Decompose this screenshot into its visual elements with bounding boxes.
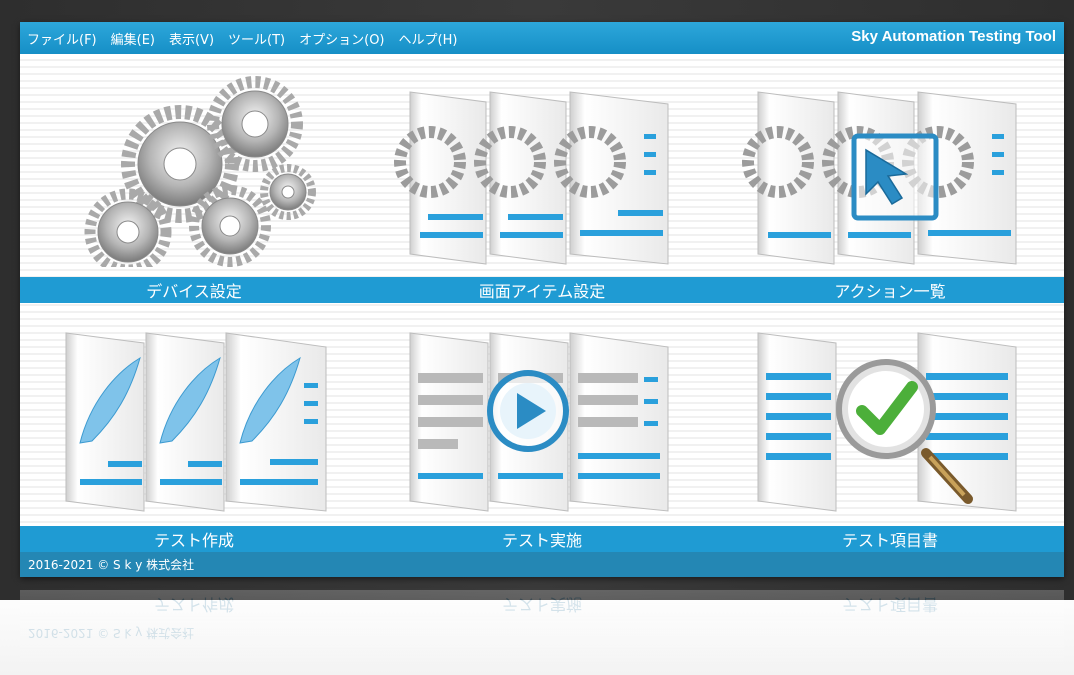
menu-file[interactable]: ファイル(F) bbox=[27, 29, 97, 48]
window-reflection: 2016-2021 © S k y 株式会社 テスト作成 テスト実施 テスト項目… bbox=[20, 590, 1064, 670]
tile-label: アクション一覧 bbox=[716, 277, 1064, 303]
menu-view[interactable]: 表示(V) bbox=[169, 29, 214, 48]
tile-test-items-document[interactable]: テスト項目書 bbox=[716, 303, 1064, 552]
tile-label: テスト項目書 bbox=[716, 526, 1064, 552]
feather-pages-icon bbox=[65, 332, 327, 512]
reflection-copyright: 2016-2021 © S k y 株式会社 bbox=[28, 626, 195, 640]
menu-edit[interactable]: 編集(E) bbox=[111, 29, 155, 48]
menu-help[interactable]: ヘルプ(H) bbox=[399, 29, 458, 48]
gears-icon bbox=[84, 76, 316, 267]
tile-test-creation[interactable]: テスト作成 bbox=[20, 303, 368, 552]
reflection-gradient: 2016-2021 © S k y 株式会社 テスト作成 テスト実施 テスト項目… bbox=[20, 590, 1064, 670]
copyright-text: 2016-2021 © S k y 株式会社 bbox=[28, 558, 195, 572]
app-title: Sky Automation Testing Tool bbox=[851, 28, 1056, 45]
action-list-icon bbox=[742, 91, 1017, 265]
app-window: ファイル(F) 編集(E) 表示(V) ツール(T) オプション(O) ヘルプ(… bbox=[20, 22, 1064, 577]
menu-tools[interactable]: ツール(T) bbox=[228, 29, 285, 48]
menu-bar: ファイル(F) 編集(E) 表示(V) ツール(T) オプション(O) ヘルプ(… bbox=[20, 22, 1064, 54]
tile-screen-item-settings[interactable]: 画面アイテム設定 bbox=[368, 54, 716, 303]
tile-test-execution[interactable]: テスト実施 bbox=[368, 303, 716, 552]
magnifier-check-icon bbox=[757, 332, 1017, 512]
main-content: デバイス設定 画面アイテム設定 アクション一覧 テスト作成 テスト実施 テスト項… bbox=[20, 54, 1064, 552]
tile-label: デバイス設定 bbox=[20, 277, 368, 303]
play-pages-icon bbox=[409, 332, 669, 512]
tile-label: 画面アイテム設定 bbox=[368, 277, 716, 303]
tile-action-list[interactable]: アクション一覧 bbox=[716, 54, 1064, 303]
status-footer: 2016-2021 © S k y 株式会社 bbox=[20, 552, 1064, 577]
menu-options[interactable]: オプション(O) bbox=[299, 29, 384, 48]
screen-items-icon bbox=[394, 91, 669, 265]
tile-label: テスト作成 bbox=[20, 526, 368, 552]
tile-label: テスト実施 bbox=[368, 526, 716, 552]
tile-device-settings[interactable]: デバイス設定 bbox=[20, 54, 368, 303]
